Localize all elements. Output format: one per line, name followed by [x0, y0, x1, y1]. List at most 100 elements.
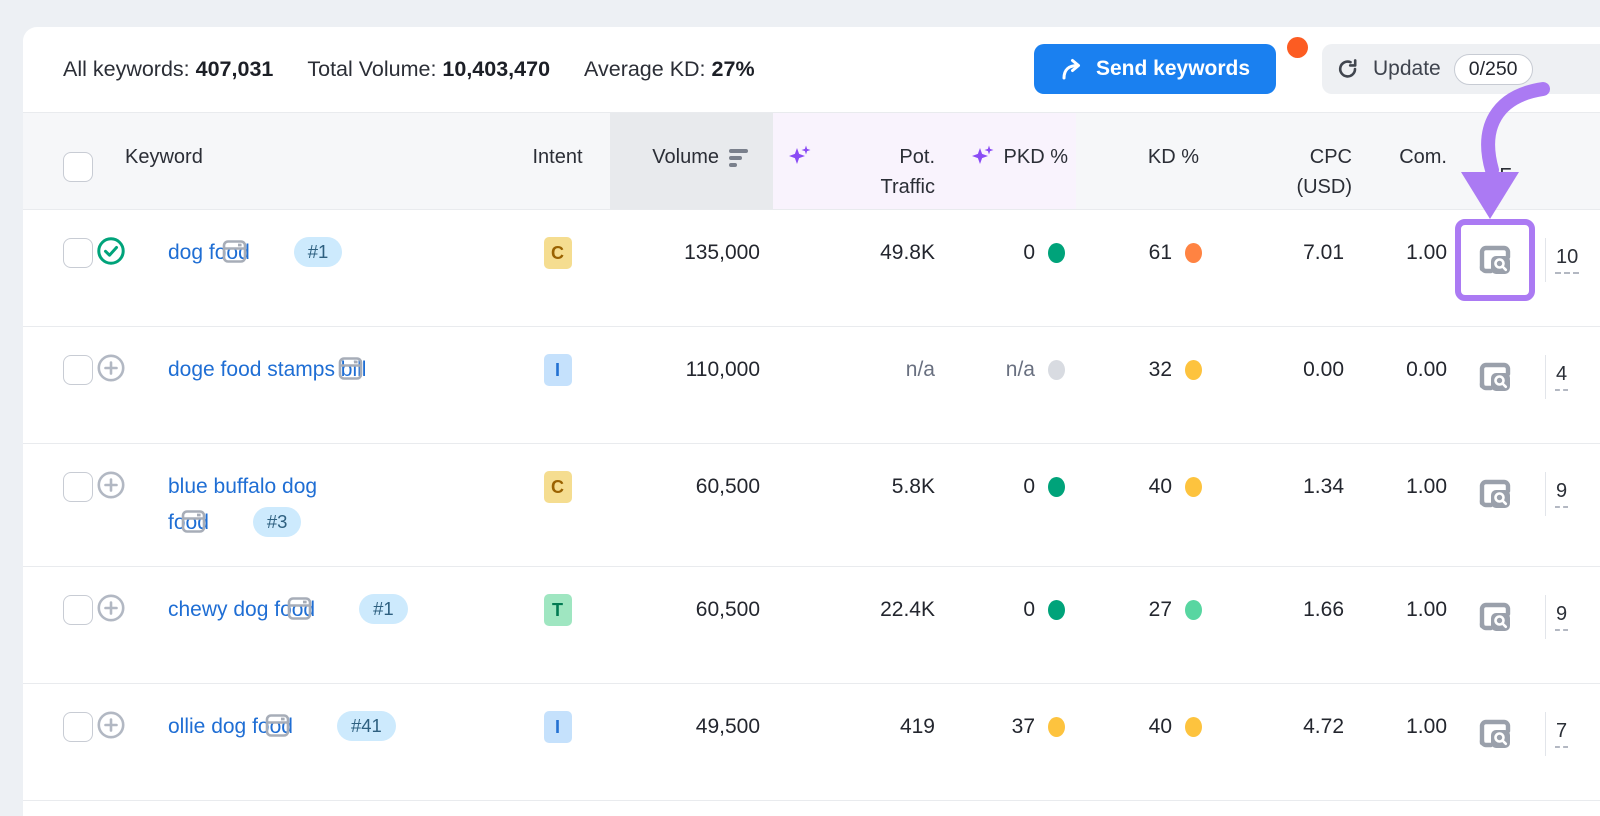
kd-value: 40: [1149, 469, 1172, 505]
pot-traffic-value: n/a: [773, 352, 950, 388]
kd-value: 27: [1149, 592, 1172, 628]
ai-sparkle-icon: [970, 144, 996, 179]
serp-features-icon[interactable]: [1455, 810, 1535, 816]
sf-count[interactable]: 4: [1555, 363, 1568, 391]
send-keywords-label: Send keywords: [1096, 57, 1250, 81]
pkd-dot: [1048, 477, 1065, 497]
serp-features-icon[interactable]: [1455, 693, 1535, 775]
pot-traffic-value: 22.4K: [773, 592, 950, 628]
forward-arrow-icon: [1060, 58, 1084, 80]
sf-count[interactable]: 9: [1555, 603, 1568, 631]
table-header-row: Keyword Intent Volume Pot. Traffic: [23, 113, 1600, 210]
select-all-checkbox[interactable]: [63, 152, 93, 182]
intent-badge[interactable]: T: [544, 594, 572, 626]
kd-dot: [1185, 477, 1202, 497]
pkd-value: 0: [1023, 235, 1035, 271]
pkd-dot: [1048, 243, 1065, 263]
keyword-link[interactable]: doge food stamps bill: [168, 358, 400, 381]
column-header-pkd[interactable]: PKD %: [1004, 142, 1068, 172]
pkd-dot: [1048, 360, 1065, 380]
add-keyword-icon[interactable]: [132, 353, 162, 383]
position-badge[interactable]: #1: [359, 594, 408, 624]
update-button[interactable]: Update 0/250: [1322, 44, 1600, 94]
keyword-link[interactable]: ollie dog food #41: [168, 715, 396, 738]
cpc-value: 0.00: [1210, 352, 1360, 388]
cpc-value: 4.72: [1210, 709, 1360, 745]
column-header-sf[interactable]: SF: [1486, 161, 1512, 191]
volume-value: 110,000: [610, 352, 773, 388]
table-row: doge food stamps bill I 110,000 n/a n/a …: [23, 327, 1600, 444]
serp-preview-icon[interactable]: [216, 508, 243, 535]
com-value: 0.00: [1360, 352, 1455, 388]
volume-value: 60,500: [610, 592, 773, 628]
com-value: 1.00: [1360, 709, 1455, 745]
table-row: chewy dog food #1 T 60,500 22.4K 0 27 1.…: [23, 567, 1600, 684]
serp-preview-icon[interactable]: [300, 712, 327, 739]
table-row: blue buffalo dog food #3 C 60,500 5.8K 0…: [23, 444, 1600, 567]
divider: [1545, 712, 1546, 756]
pkd-value: n/a: [1006, 352, 1035, 388]
cpc-value: 7.01: [1210, 235, 1360, 271]
row-checkbox[interactable]: [63, 238, 93, 268]
stat-total-volume: Total Volume: 10,403,470: [307, 57, 550, 82]
column-header-intent[interactable]: Intent: [532, 142, 582, 209]
add-keyword-icon[interactable]: [132, 593, 162, 623]
added-check-icon[interactable]: [132, 236, 162, 266]
position-badge[interactable]: #41: [337, 711, 396, 741]
serp-features-icon[interactable]: [1455, 336, 1535, 418]
kd-value: 32: [1149, 352, 1172, 388]
keyword-link[interactable]: blue buffalo dog food #3: [168, 475, 317, 534]
cpc-value: 1.66: [1210, 592, 1360, 628]
table-row: ollie dog food #41 I 49,500 419 37 40 4.…: [23, 684, 1600, 801]
intent-badge[interactable]: I: [544, 354, 572, 386]
add-keyword-icon[interactable]: [132, 470, 162, 500]
column-header-keyword[interactable]: Keyword: [125, 146, 203, 168]
send-keywords-button[interactable]: Send keywords: [1034, 44, 1276, 94]
serp-features-icon[interactable]: [1455, 576, 1535, 658]
com-value: 1.00: [1360, 235, 1455, 271]
kd-dot: [1185, 717, 1202, 737]
sort-descending-icon[interactable]: [729, 149, 748, 170]
serp-preview-icon[interactable]: [322, 595, 349, 622]
column-header-pot-traffic[interactable]: Pot. Traffic: [881, 142, 935, 209]
sf-count[interactable]: 7: [1555, 720, 1568, 748]
position-badge[interactable]: #1: [294, 237, 343, 267]
table-row: dog food #1 C 135,000 49.8K 0 61 7.01 1.…: [23, 210, 1600, 327]
add-keyword-icon[interactable]: [132, 710, 162, 740]
serp-features-icon-highlighted[interactable]: [1455, 219, 1535, 301]
sf-count[interactable]: 10: [1555, 246, 1579, 274]
column-header-cpc[interactable]: CPC (USD): [1296, 146, 1352, 198]
kd-dot: [1185, 360, 1202, 380]
serp-features-icon[interactable]: [1455, 453, 1535, 535]
serp-preview-icon[interactable]: [373, 355, 400, 382]
intent-badge[interactable]: C: [544, 237, 572, 269]
pkd-dot: [1048, 717, 1065, 737]
com-value: 1.00: [1360, 469, 1455, 505]
pkd-value: 0: [1023, 592, 1035, 628]
position-badge[interactable]: #3: [253, 507, 302, 537]
pot-traffic-value: 49.8K: [773, 235, 950, 271]
row-checkbox[interactable]: [63, 712, 93, 742]
keyword-link[interactable]: chewy dog food #1: [168, 598, 408, 621]
row-checkbox[interactable]: [63, 355, 93, 385]
row-checkbox[interactable]: [63, 595, 93, 625]
serp-preview-icon[interactable]: [257, 238, 284, 265]
column-header-com[interactable]: Com.: [1399, 146, 1447, 168]
intent-badge[interactable]: I: [544, 711, 572, 743]
column-header-volume[interactable]: Volume: [652, 142, 719, 172]
keyword-link[interactable]: dog food #1: [168, 241, 342, 264]
divider: [1545, 355, 1546, 399]
kd-dot: [1185, 243, 1202, 263]
com-value: 1.00: [1360, 592, 1455, 628]
kd-value: 40: [1149, 709, 1172, 745]
volume-value: 60,500: [610, 469, 773, 505]
cpc-value: 1.34: [1210, 469, 1360, 505]
intent-badge[interactable]: C: [544, 471, 572, 503]
table-body: dog food #1 C 135,000 49.8K 0 61 7.01 1.…: [23, 210, 1600, 816]
pkd-value: 0: [1023, 469, 1035, 505]
column-header-kd[interactable]: KD %: [1148, 142, 1199, 172]
row-checkbox[interactable]: [63, 472, 93, 502]
sf-count[interactable]: 9: [1555, 480, 1568, 508]
kd-dot: [1185, 600, 1202, 620]
divider: [1545, 595, 1546, 639]
